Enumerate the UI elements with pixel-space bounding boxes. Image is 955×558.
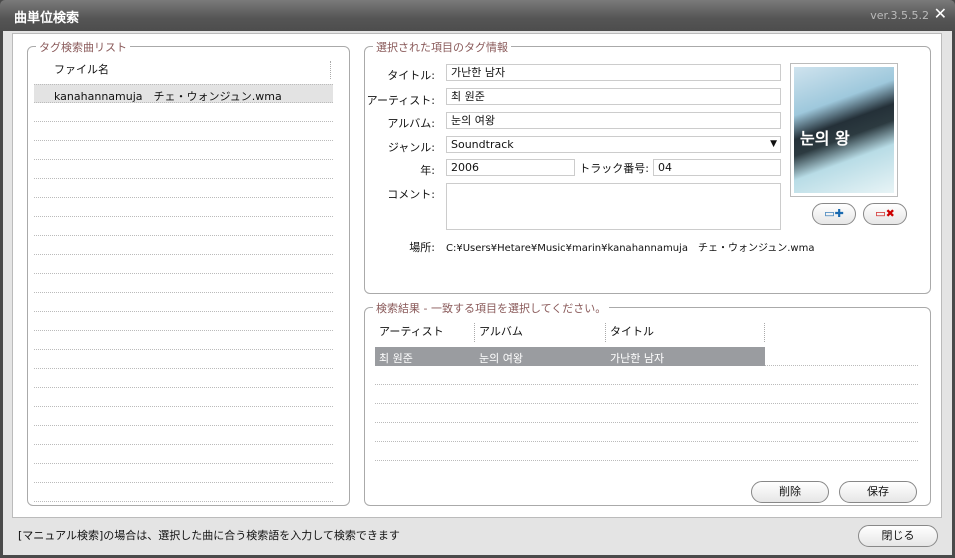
cell-album: 눈의 여왕 [479, 352, 523, 365]
empty-row [34, 293, 333, 312]
genre-select[interactable]: Soundtrack ▼ [446, 136, 781, 153]
status-text: [マニュアル検索]の場合は、選択した曲に合う検索語を入力して検索できます [18, 529, 400, 542]
tag-info-group: 選択された項目のタグ情報 タイトル: 가난한 남자 アーティスト: 최 원준 ア… [364, 39, 931, 294]
artist-label: アーティスト: [366, 94, 435, 107]
empty-row [34, 179, 333, 198]
title-bar: 曲単位検索 ver.3.5.5.2 ✕ [0, 0, 955, 31]
empty-row [34, 350, 333, 369]
results-group: 検索結果 - 一致する項目を選択してください。 アーティスト アルバム タイトル… [364, 300, 931, 506]
save-button[interactable]: 保存 [839, 481, 917, 503]
empty-row [34, 407, 333, 426]
title-label: タイトル: [387, 69, 435, 82]
empty-row [34, 217, 333, 236]
location-value: C:¥Users¥Hetare¥Music¥marin¥kanahannamuj… [446, 243, 815, 254]
add-image-icon: ▭✚ [824, 207, 844, 220]
cell-artist: 최 원준 [379, 352, 413, 365]
column-header-title[interactable]: タイトル [610, 323, 654, 339]
empty-row [34, 331, 333, 350]
add-art-button[interactable]: ▭✚ [812, 203, 856, 225]
remove-art-button[interactable]: ▭✖ [863, 203, 907, 225]
column-header-album[interactable]: アルバム [479, 323, 523, 339]
title-input[interactable]: 가난한 남자 [446, 64, 781, 81]
window-title: 曲単位検索 [14, 11, 80, 26]
comment-label: コメント: [387, 188, 435, 201]
column-divider [605, 323, 606, 342]
genre-value: Soundtrack [451, 138, 514, 151]
chevron-down-icon: ▼ [770, 139, 777, 149]
column-divider [474, 323, 475, 342]
empty-row [34, 141, 333, 160]
empty-row [34, 312, 333, 331]
close-icon[interactable]: ✕ [934, 4, 947, 23]
cell-title: 가난한 남자 [610, 352, 665, 365]
album-art-image: 눈의 왕 [794, 67, 894, 193]
column-divider [764, 323, 765, 342]
empty-row [34, 160, 333, 179]
empty-row [34, 464, 333, 483]
delete-button[interactable]: 削除 [751, 481, 829, 503]
genre-label: ジャンル: [387, 141, 435, 154]
year-label: 年: [420, 164, 435, 177]
version-label: ver.3.5.5.2 [870, 9, 929, 22]
column-divider [330, 61, 331, 79]
location-label: 場所: [409, 241, 435, 254]
artist-input[interactable]: 최 원준 [446, 88, 781, 105]
empty-row [34, 122, 333, 141]
album-input[interactable]: 눈의 여왕 [446, 112, 781, 129]
empty-row [34, 255, 333, 274]
album-art-frame: 눈의 왕 [790, 63, 898, 197]
empty-row [375, 385, 918, 404]
empty-row [34, 483, 333, 502]
empty-row [34, 388, 333, 407]
column-header-filename[interactable]: ファイル名 [54, 61, 109, 77]
empty-row [34, 274, 333, 293]
empty-row [375, 442, 918, 461]
file-list-legend: タグ検索曲リスト [36, 39, 130, 55]
file-list-group: タグ検索曲リスト ファイル名 kanahannamuja チェ・ウォンジュン.w… [27, 39, 350, 506]
close-button[interactable]: 閉じる [858, 525, 938, 547]
comment-textarea[interactable] [446, 183, 781, 230]
list-item[interactable]: kanahannamuja チェ・ウォンジュン.wma [34, 84, 333, 103]
empty-row [34, 426, 333, 445]
file-name: kanahannamuja チェ・ウォンジュン.wma [54, 90, 282, 103]
empty-row [34, 198, 333, 217]
empty-row [34, 236, 333, 255]
table-row[interactable]: 최 원준 눈의 여왕 가난한 남자 [375, 347, 765, 366]
track-input[interactable]: 04 [653, 159, 781, 176]
empty-row [34, 103, 333, 122]
remove-image-icon: ▭✖ [875, 207, 895, 220]
column-header-artist[interactable]: アーティスト [379, 323, 444, 339]
year-input[interactable]: 2006 [446, 159, 575, 176]
empty-row [34, 445, 333, 464]
album-label: アルバム: [387, 117, 435, 130]
empty-row [34, 369, 333, 388]
tag-info-legend: 選択された項目のタグ情報 [373, 39, 511, 55]
results-legend: 検索結果 - 一致する項目を選択してください。 [373, 300, 610, 316]
empty-row [375, 404, 918, 423]
track-label: トラック番号: [579, 162, 649, 175]
empty-row [375, 366, 918, 385]
empty-row [375, 423, 918, 442]
